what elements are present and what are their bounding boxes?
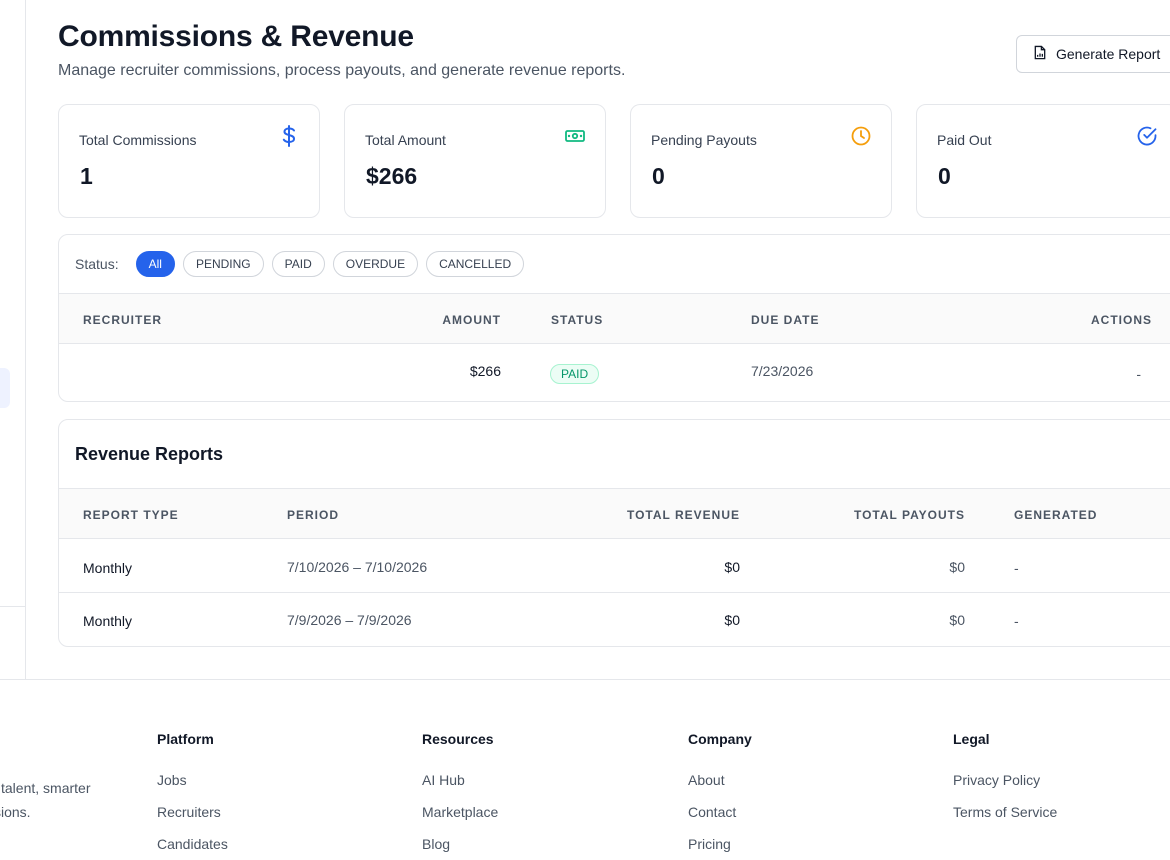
stat-card-total-amount: Total Amount $266	[344, 104, 606, 218]
footer-link-terms-of-service[interactable]: Terms of Service	[953, 804, 1057, 836]
column-header-status[interactable]: STATUS	[551, 313, 603, 327]
footer-heading: Platform	[157, 731, 214, 747]
due-date-cell: 7/23/2026	[751, 363, 814, 379]
column-header-recruiter[interactable]: RECRUITER	[83, 313, 162, 327]
banknote-icon	[564, 125, 586, 147]
revenue-reports-panel: Revenue Reports REPORT TYPE PERIOD TOTAL…	[58, 419, 1170, 647]
status-filter: Status: All PENDING PAID OVERDUE CANCELL…	[75, 251, 525, 277]
generated-cell: -	[1014, 613, 1019, 629]
table-row[interactable]: Monthly 7/10/2026 – 7/10/2026 $0 $0 -	[59, 540, 1170, 593]
reports-table-header: REPORT TYPE PERIOD TOTAL REVENUE TOTAL P…	[59, 488, 1170, 539]
total-revenue-cell: $0	[724, 559, 740, 575]
generate-report-button[interactable]: Generate Report	[1016, 35, 1170, 73]
footer-link-blog[interactable]: Blog	[422, 836, 498, 860]
footer-column-legal: Legal Privacy Policy Terms of Service	[953, 731, 1057, 836]
column-header-due-date[interactable]: DUE DATE	[751, 313, 819, 327]
sidebar	[0, 0, 26, 680]
stat-value: 1	[80, 163, 93, 189]
commissions-table-header: RECRUITER AMOUNT STATUS DUE DATE ACTIONS	[59, 293, 1170, 344]
stat-label: Total Amount	[365, 132, 446, 148]
status-filter-label: Status:	[75, 256, 119, 272]
footer-column-platform: Platform Jobs Recruiters Candidates	[157, 731, 228, 860]
stat-label: Pending Payouts	[651, 132, 757, 148]
table-row[interactable]: Monthly 7/9/2026 – 7/9/2026 $0 $0 -	[59, 593, 1170, 646]
column-header-actions: ACTIONS	[1091, 313, 1152, 327]
generate-report-label: Generate Report	[1056, 46, 1161, 62]
footer: l talent, smarter sions. Platform Jobs R…	[0, 679, 1170, 860]
stat-card-total-commissions: Total Commissions 1	[58, 104, 320, 218]
sidebar-divider	[0, 606, 26, 607]
column-header-amount[interactable]: AMOUNT	[442, 313, 501, 327]
filter-chip-cancelled[interactable]: CANCELLED	[426, 251, 525, 277]
column-header-total-revenue[interactable]: TOTAL REVENUE	[627, 508, 740, 522]
stat-label: Paid Out	[937, 132, 992, 148]
column-header-total-payouts[interactable]: TOTAL PAYOUTS	[854, 508, 965, 522]
clock-icon	[850, 125, 872, 147]
footer-column-resources: Resources AI Hub Marketplace Blog	[422, 731, 498, 860]
footer-link-contact[interactable]: Contact	[688, 804, 752, 836]
report-type-cell: Monthly	[83, 613, 133, 629]
total-payouts-cell: $0	[949, 612, 965, 628]
page-title: Commissions & Revenue	[58, 20, 414, 53]
footer-link-about[interactable]: About	[688, 772, 752, 804]
stat-value: 0	[652, 163, 665, 189]
stat-label: Total Commissions	[79, 132, 197, 148]
column-header-report-type[interactable]: REPORT TYPE	[83, 508, 179, 522]
period-cell: 7/10/2026 – 7/10/2026	[287, 559, 428, 575]
table-row[interactable]: $266 PAID 7/23/2026 -	[59, 345, 1170, 398]
page-subtitle: Manage recruiter commissions, process pa…	[58, 62, 626, 79]
column-header-period[interactable]: PERIOD	[287, 508, 339, 522]
column-header-generated[interactable]: GENERATED	[1014, 508, 1097, 522]
footer-link-pricing[interactable]: Pricing	[688, 836, 752, 860]
period-cell: 7/9/2026 – 7/9/2026	[287, 612, 412, 628]
generated-cell: -	[1014, 560, 1019, 576]
footer-heading: Company	[688, 731, 752, 747]
footer-link-jobs[interactable]: Jobs	[157, 772, 228, 804]
footer-link-recruiters[interactable]: Recruiters	[157, 804, 228, 836]
sidebar-active-item[interactable]	[0, 368, 10, 408]
footer-link-privacy-policy[interactable]: Privacy Policy	[953, 772, 1057, 804]
stat-value: 0	[938, 163, 951, 189]
filter-chip-paid[interactable]: PAID	[271, 251, 325, 277]
stat-card-paid-out: Paid Out 0	[916, 104, 1170, 218]
footer-column-company: Company About Contact Pricing	[688, 731, 752, 860]
footer-link-ai-hub[interactable]: AI Hub	[422, 772, 498, 804]
footer-heading: Resources	[422, 731, 494, 747]
stat-card-pending-payouts: Pending Payouts 0	[630, 104, 892, 218]
footer-heading: Legal	[953, 731, 990, 747]
check-circle-icon	[1136, 125, 1158, 147]
total-revenue-cell: $0	[724, 612, 740, 628]
filter-chip-all[interactable]: All	[135, 251, 175, 277]
report-type-cell: Monthly	[83, 560, 133, 576]
stat-value: $266	[366, 163, 418, 189]
amount-cell: $266	[469, 363, 501, 379]
status-badge: PAID	[550, 364, 600, 384]
footer-link-marketplace[interactable]: Marketplace	[422, 804, 498, 836]
actions-cell: -	[1136, 366, 1141, 382]
commissions-panel: Status: All PENDING PAID OVERDUE CANCELL…	[58, 234, 1170, 402]
total-payouts-cell: $0	[949, 559, 965, 575]
footer-brand-text: l talent, smarter sions.	[0, 780, 91, 820]
report-file-icon	[1033, 45, 1047, 63]
footer-link-candidates[interactable]: Candidates	[157, 836, 228, 860]
filter-chip-overdue[interactable]: OVERDUE	[332, 251, 419, 277]
revenue-reports-title: Revenue Reports	[75, 444, 224, 464]
dollar-icon	[278, 125, 300, 147]
filter-chip-pending[interactable]: PENDING	[182, 251, 264, 277]
